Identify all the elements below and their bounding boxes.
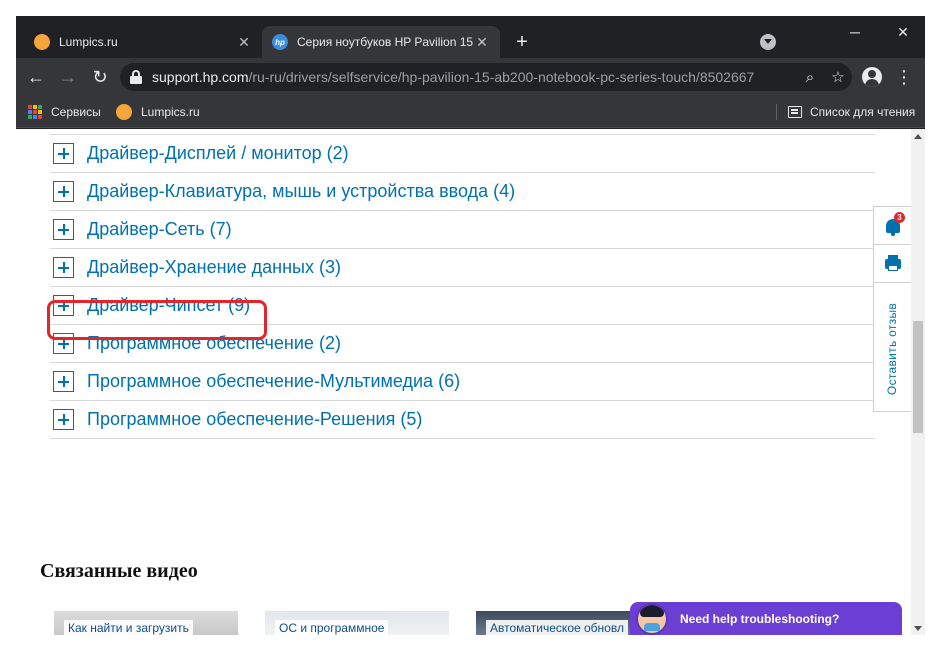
expand-plus-icon[interactable]: [53, 219, 74, 240]
chat-support-widget[interactable]: Need help troubleshooting?: [630, 602, 902, 635]
tab-title: Lumpics.ru: [59, 35, 118, 49]
reading-list-icon: [788, 106, 802, 118]
tab-search-icon[interactable]: [760, 34, 776, 50]
virtual-agent-avatar: [636, 602, 668, 635]
bookmark-label: Сервисы: [51, 105, 101, 119]
page-scrollbar[interactable]: [911, 129, 925, 635]
bookmark-lumpics[interactable]: Lumpics.ru: [116, 102, 200, 122]
bookmarks-divider: [776, 104, 777, 120]
scrollbar-thumb[interactable]: [913, 321, 923, 433]
related-videos-heading: Связанные видео: [40, 560, 198, 582]
tab-close-icon[interactable]: ✕: [474, 34, 490, 50]
accordion-item[interactable]: Драйвер-Хранение данных (3): [50, 249, 875, 287]
accordion-label[interactable]: Драйвер-Хранение данных (3): [87, 257, 341, 278]
lumpics-favicon-icon: [116, 104, 132, 120]
kebab-menu-icon[interactable]: ⋮: [895, 65, 913, 89]
forward-arrow-icon[interactable]: →: [56, 65, 80, 89]
expand-plus-icon[interactable]: [53, 371, 74, 392]
tab-title: Серия ноутбуков HP Pavilion 15: [297, 35, 474, 49]
video-thumbnail[interactable]: Как найти и загрузить: [54, 611, 238, 635]
tab-close-icon[interactable]: ✕: [236, 34, 252, 50]
accordion-item[interactable]: Драйвер-Дисплей / монитор (2): [50, 135, 875, 173]
feedback-label: Оставить отзыв: [885, 302, 900, 396]
accordion-label[interactable]: Программное обеспечение-Мультимедиа (6): [87, 371, 460, 392]
lock-icon[interactable]: [130, 70, 142, 84]
bookmarks-bar: Сервисы Lumpics.ru Список для чтения: [16, 96, 925, 128]
apps-grid-icon: [28, 105, 42, 119]
chat-label: Need help troubleshooting?: [680, 611, 840, 626]
bookmark-services[interactable]: Сервисы: [28, 102, 101, 122]
expand-plus-icon[interactable]: [53, 257, 74, 278]
video-title[interactable]: ОС и программное: [275, 620, 389, 635]
video-thumbnail[interactable]: ОС и программное: [265, 611, 449, 635]
reading-list-button[interactable]: Список для чтения: [788, 102, 915, 122]
zoom-search-icon[interactable]: ⌕: [796, 65, 824, 89]
profile-avatar-icon[interactable]: [862, 67, 882, 87]
tab-lumpics[interactable]: Lumpics.ru ✕: [24, 26, 262, 58]
browser-window: Lumpics.ru ✕ hp Серия ноутбуков HP Pavil…: [16, 16, 925, 635]
feedback-side-rail: 3 Оставить отзыв: [873, 206, 911, 412]
reading-list-label: Список для чтения: [810, 105, 916, 119]
print-button[interactable]: [874, 245, 911, 283]
new-tab-button[interactable]: +: [511, 32, 533, 54]
back-arrow-icon[interactable]: ←: [24, 65, 48, 89]
maximize-button[interactable]: [840, 20, 876, 44]
hp-favicon-icon: hp: [272, 34, 288, 50]
bookmark-star-icon[interactable]: ☆: [824, 65, 852, 89]
accordion-label[interactable]: Драйвер-Клавиатура, мышь и устройства вв…: [87, 181, 515, 202]
reload-icon[interactable]: ↻: [88, 65, 112, 89]
feedback-button[interactable]: Оставить отзыв: [874, 285, 911, 413]
bookmark-label: Lumpics.ru: [141, 105, 200, 119]
expand-plus-icon[interactable]: [53, 181, 74, 202]
expand-plus-icon[interactable]: [53, 409, 74, 430]
accordion-item[interactable]: Драйвер-Сеть (7): [50, 211, 875, 249]
accordion-label[interactable]: Программное обеспечение-Решения (5): [87, 409, 422, 430]
notification-badge: 3: [894, 212, 905, 223]
accordion-item[interactable]: Драйвер-Клавиатура, мышь и устройства вв…: [50, 173, 875, 211]
browser-toolbar: ← → ↻ support.hp.com/ru-ru/drivers/selfs…: [16, 58, 925, 96]
close-window-button[interactable]: ✕: [885, 20, 921, 44]
accordion-label[interactable]: Драйвер-Сеть (7): [87, 219, 232, 240]
accordion-item[interactable]: Программное обеспечение-Решения (5): [50, 401, 875, 439]
address-bar[interactable]: support.hp.com/ru-ru/drivers/selfservice…: [120, 63, 852, 91]
highlight-annotation-box: [47, 300, 267, 340]
tab-hp-support[interactable]: hp Серия ноутбуков HP Pavilion 15 ✕: [262, 26, 500, 58]
notifications-button[interactable]: 3: [874, 207, 911, 245]
page-content: Драйвер-Дисплей / монитор (2) Драйвер-Кл…: [16, 129, 911, 635]
driver-category-list: Драйвер-Дисплей / монитор (2) Драйвер-Кл…: [50, 129, 875, 439]
lumpics-favicon-icon: [34, 34, 50, 50]
scroll-down-arrow-icon[interactable]: [911, 621, 925, 635]
accordion-label[interactable]: Драйвер-Дисплей / монитор (2): [87, 143, 349, 164]
scroll-up-arrow-icon[interactable]: [911, 129, 925, 143]
printer-icon: [884, 254, 901, 271]
tab-strip: Lumpics.ru ✕ hp Серия ноутбуков HP Pavil…: [16, 16, 925, 58]
video-title[interactable]: Автоматическое обновл: [486, 620, 628, 635]
url-text[interactable]: support.hp.com/ru-ru/drivers/selfservice…: [152, 69, 796, 85]
accordion-item[interactable]: Программное обеспечение-Мультимедиа (6): [50, 363, 875, 401]
expand-plus-icon[interactable]: [53, 143, 74, 164]
video-title[interactable]: Как найти и загрузить: [64, 620, 193, 635]
